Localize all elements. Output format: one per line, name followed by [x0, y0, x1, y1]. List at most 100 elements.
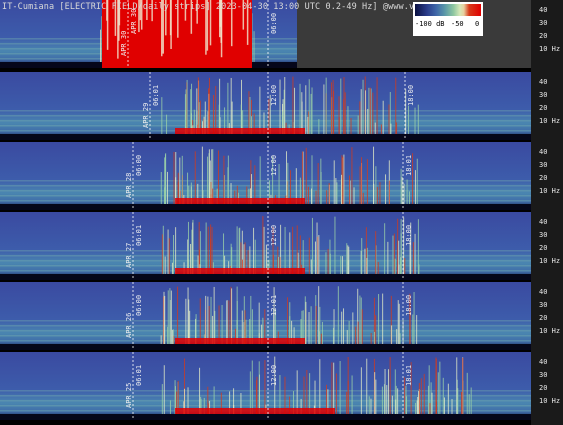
signal-streak — [231, 288, 233, 344]
time-marker-label: 12:00 — [270, 84, 278, 106]
signal-streak — [323, 84, 325, 134]
signal-streak — [263, 226, 265, 274]
signal-streak — [311, 217, 313, 274]
signal-streak — [346, 330, 348, 344]
signal-streak — [251, 360, 253, 414]
signal-streak — [431, 392, 433, 414]
signal-streak — [208, 149, 210, 204]
signal-streak — [262, 216, 264, 274]
signal-streak — [366, 159, 368, 204]
signal-streak — [352, 312, 354, 344]
signal-streak — [360, 297, 362, 344]
signal-streak — [230, 77, 232, 134]
signal-streak — [384, 223, 386, 274]
signal-streak — [378, 294, 380, 344]
signal-streak — [205, 295, 207, 344]
frequency-tick-label: 10 Hz — [539, 117, 561, 125]
strip-day-label: APR 26 — [125, 312, 133, 338]
signal-streak — [375, 379, 377, 414]
signal-streak — [194, 151, 196, 204]
signal-streak — [311, 188, 313, 204]
time-marker-label: 06:00 — [135, 154, 143, 176]
signal-streak — [401, 176, 403, 204]
signal-streak — [168, 238, 170, 274]
frequency-tick-label: 20 — [539, 384, 548, 392]
hot-floor — [175, 128, 305, 134]
signal-streak — [181, 155, 183, 204]
signal-streak — [391, 395, 393, 414]
signal-streak — [403, 183, 405, 204]
frequency-tick-label: 40 — [539, 6, 548, 14]
signal-streak — [321, 321, 323, 344]
signal-streak — [336, 182, 338, 204]
frequency-tick-label: 20 — [539, 314, 548, 322]
day-strip — [0, 282, 531, 350]
frequency-tick-label: 40 — [539, 358, 548, 366]
signal-streak — [319, 359, 321, 414]
signal-streak — [162, 225, 164, 274]
frequency-tick-label: 30 — [539, 371, 548, 379]
signal-streak — [351, 375, 353, 414]
frequency-tick-label: 30 — [539, 19, 548, 27]
signal-streak — [443, 397, 445, 414]
signal-streak — [417, 104, 419, 134]
signal-streak — [167, 229, 169, 274]
signal-streak — [192, 222, 194, 274]
signal-streak — [386, 385, 388, 414]
signal-streak — [308, 312, 310, 344]
frequency-tick-label: 40 — [539, 78, 548, 86]
time-marker-label: 18:00 — [405, 294, 413, 316]
signal-streak — [337, 286, 339, 344]
signal-streak — [296, 370, 298, 414]
signal-streak — [223, 155, 225, 204]
signal-streak — [335, 178, 337, 204]
signal-streak — [375, 166, 377, 204]
signal-streak — [397, 388, 399, 414]
frequency-tick-label: 10 Hz — [539, 187, 561, 195]
signal-streak — [207, 296, 209, 344]
signal-streak — [259, 156, 261, 204]
legend-mid-label: -50 — [451, 20, 464, 28]
legend-max-label: 0 — [475, 20, 480, 28]
signal-streak — [332, 80, 334, 134]
frequency-tick-label: 10 Hz — [539, 327, 561, 335]
frequency-tick-label: 30 — [539, 91, 548, 99]
signal-streak — [287, 162, 289, 204]
signal-streak — [362, 192, 364, 204]
signal-streak — [166, 171, 168, 204]
signal-streak — [412, 314, 414, 344]
time-marker-label: 12:00 — [270, 224, 278, 246]
signal-streak — [361, 157, 363, 204]
signal-streak — [292, 226, 294, 274]
signal-streak — [375, 231, 377, 274]
signal-streak — [161, 234, 163, 274]
signal-streak — [167, 326, 169, 344]
signal-streak — [325, 77, 327, 134]
signal-streak — [331, 362, 333, 414]
hot-floor — [175, 198, 305, 204]
signal-streak — [418, 264, 420, 274]
signal-streak — [308, 79, 310, 134]
signal-streak — [373, 331, 375, 344]
signal-streak — [335, 373, 337, 414]
signal-streak — [170, 290, 172, 344]
time-marker-label: 06:01 — [152, 84, 160, 106]
signal-streak — [368, 396, 370, 414]
signal-streak — [364, 248, 366, 274]
signal-streak — [173, 234, 175, 274]
signal-streak — [173, 151, 175, 204]
signal-streak — [284, 77, 286, 134]
signal-streak — [398, 240, 400, 274]
signal-streak — [377, 261, 379, 274]
signal-streak — [228, 300, 230, 344]
day-strip — [0, 72, 531, 140]
signal-streak — [328, 183, 330, 204]
signal-streak — [350, 117, 352, 134]
strip-day-label: APR 28 — [125, 172, 133, 198]
signal-streak — [250, 295, 252, 344]
signal-streak — [259, 86, 261, 134]
signal-streak — [396, 122, 398, 134]
signal-streak — [408, 191, 410, 204]
signal-streak — [333, 362, 335, 414]
signal-streak — [253, 227, 255, 274]
